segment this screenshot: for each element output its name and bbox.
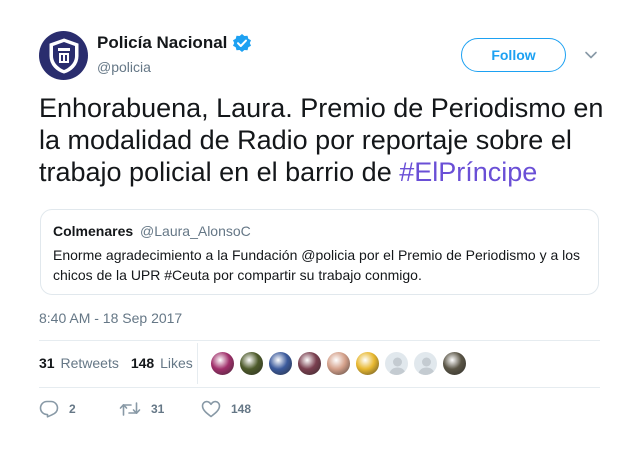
liker-avatar[interactable]: [239, 351, 264, 376]
liker-avatar[interactable]: [355, 351, 380, 376]
likes-label: Likes: [160, 355, 193, 371]
tweet-timestamp[interactable]: 8:40 AM - 18 Sep 2017: [39, 310, 182, 326]
retweets-count: 31: [39, 355, 55, 371]
tweet-text: Enhorabuena, Laura. Premio de Periodismo…: [39, 92, 609, 188]
quoted-tweet-text: Enorme agradecimiento a la Fundación @po…: [53, 247, 581, 283]
retweet-icon: [119, 402, 141, 416]
police-shield-icon: [49, 37, 78, 74]
author-display-name[interactable]: Policía Nacional: [97, 33, 227, 53]
divider: [39, 387, 600, 388]
verified-badge-icon: [232, 33, 252, 53]
retweets-label: Retweets: [60, 355, 119, 371]
default-avatar-icon[interactable]: [384, 351, 409, 376]
author-name-row[interactable]: Policía Nacional: [97, 33, 252, 53]
quoted-tweet-header: Colmenares @Laura_AlonsoC: [53, 222, 586, 240]
hashtag-link[interactable]: #ElPríncipe: [399, 157, 537, 187]
liker-avatar[interactable]: [326, 351, 351, 376]
likes-stat[interactable]: 148 Likes: [131, 355, 193, 371]
stats-separator: [197, 343, 198, 384]
follow-button[interactable]: Follow: [461, 38, 566, 72]
tweet-stats: 31 Retweets 148 Likes: [39, 355, 193, 371]
author-avatar[interactable]: [39, 31, 88, 80]
tweet-actions: 2 31 148: [39, 400, 251, 418]
quoted-tweet[interactable]: Colmenares @Laura_AlonsoC Enorme agradec…: [40, 209, 599, 295]
liker-avatar[interactable]: [268, 351, 293, 376]
like-count: 148: [231, 402, 252, 416]
reply-count: 2: [69, 402, 76, 416]
liker-avatar[interactable]: [442, 351, 467, 376]
author-handle[interactable]: @policia: [97, 59, 151, 75]
default-avatar-icon[interactable]: [413, 351, 438, 376]
liker-avatars: [210, 351, 471, 376]
quoted-author-name: Colmenares: [53, 223, 134, 239]
retweet-count: 31: [151, 402, 165, 416]
divider: [39, 340, 600, 341]
retweets-stat[interactable]: 31 Retweets: [39, 355, 119, 371]
quoted-author-handle: @Laura_AlonsoC: [140, 223, 251, 239]
chevron-down-icon[interactable]: [584, 48, 598, 62]
heart-icon: [201, 400, 221, 418]
reply-icon: [39, 400, 59, 418]
liker-avatar[interactable]: [210, 351, 235, 376]
reply-button[interactable]: 2: [39, 400, 119, 418]
liker-avatar[interactable]: [297, 351, 322, 376]
like-button[interactable]: 148: [201, 400, 251, 418]
likes-count: 148: [130, 355, 155, 371]
retweet-button[interactable]: 31: [119, 400, 201, 418]
